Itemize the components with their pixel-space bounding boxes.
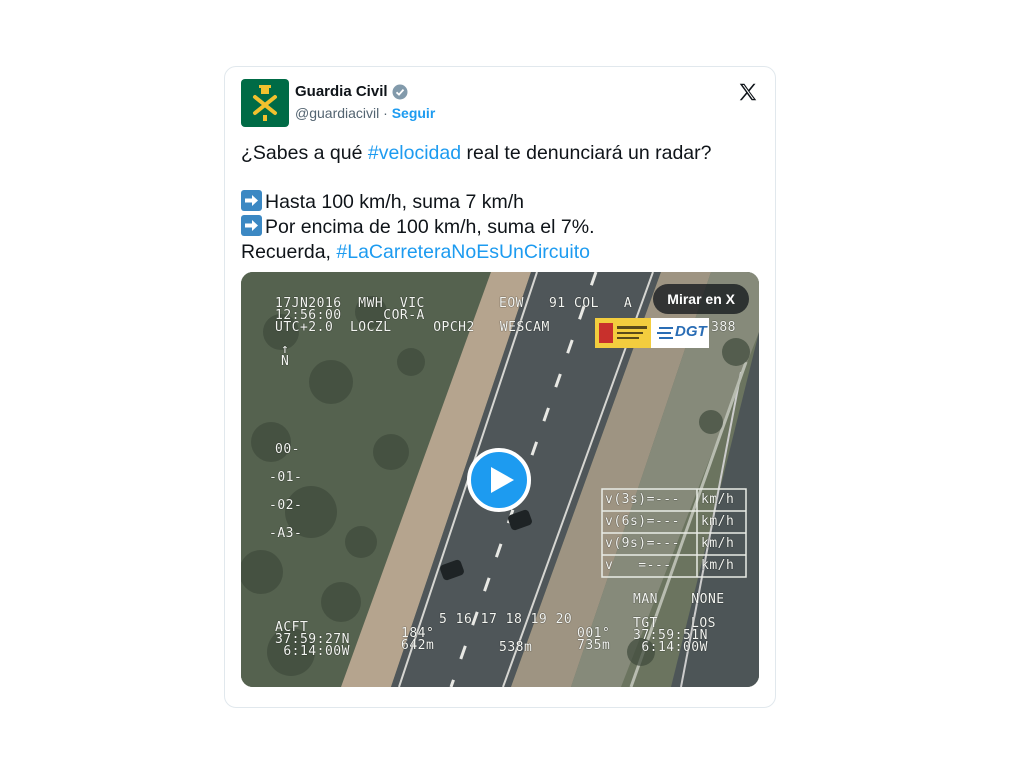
right-arrow-icon [241, 215, 262, 236]
tweet-line-2: Hasta 100 km/h, suma 7 km/h [241, 190, 761, 215]
osd-dist: 538m [499, 640, 533, 655]
speed-unit-1: km/h [701, 492, 735, 507]
guardia-civil-emblem-icon [253, 85, 277, 121]
speed-label-2: v(6s)=--- [605, 514, 680, 529]
speed-label-4: v =--- [605, 558, 672, 573]
osd-scale-0: 00- [275, 442, 300, 457]
hashtag-carretera[interactable]: #LaCarreteraNoEsUnCircuito [336, 241, 590, 263]
osd-scale-2: -02- [269, 498, 303, 513]
osd-top-mid: EOW 91 COL A [499, 296, 633, 311]
text-span: Por encima de 100 km/h, suma el 7%. [265, 216, 595, 238]
text-span: ¿Sabes a qué [241, 142, 368, 164]
osd-north: ↑ N [281, 342, 290, 369]
tweet-line-1: ¿Sabes a qué #velocidad real te denuncia… [241, 141, 761, 166]
play-icon [491, 467, 514, 493]
speed-readout-box: v(3s)=--- km/h v(6s)=--- km/h v(9s)=--- … [601, 488, 747, 578]
watch-on-x-button[interactable]: Mirar en X [653, 284, 749, 314]
osd-scale-1: -01- [269, 470, 303, 485]
speed-unit-2: km/h [701, 514, 735, 529]
osd-bottom-scale: 5 16 17 18 19 20 [439, 612, 573, 627]
ministry-dgt-logos: DGT [595, 318, 709, 348]
speed-unit-3: km/h [701, 536, 735, 551]
account-name-row: Guardia Civil [295, 83, 408, 100]
video-player[interactable]: 17JN2016 MWH VIC 12:56:00 COR-A UTC+2.0 … [241, 272, 759, 687]
osd-los: LOS [691, 616, 716, 631]
text-span: Recuerda, [241, 241, 337, 263]
handle-row: @guardiacivil · Seguir [295, 105, 435, 121]
osd-hdg: 184° 642m [401, 626, 435, 653]
avatar[interactable] [241, 79, 289, 127]
tweet-line-4: Recuerda, #LaCarreteraNoEsUnCircuito [241, 240, 761, 265]
osd-man-none: MAN NONE [633, 592, 725, 607]
osd-right-num: 388 [711, 320, 736, 335]
speed-label-3: v(9s)=--- [605, 536, 680, 551]
x-logo-icon[interactable] [737, 81, 759, 103]
tweet-text: ¿Sabes a qué #velocidad real te denuncia… [241, 141, 761, 265]
speed-label-1: v(3s)=--- [605, 492, 680, 507]
play-button[interactable] [467, 448, 531, 512]
osd-tgt-angle: 001° 735m [577, 626, 611, 653]
speed-unit-4: km/h [701, 558, 735, 573]
text-span: Hasta 100 km/h, suma 7 km/h [265, 191, 525, 213]
right-arrow-icon [241, 190, 262, 211]
dgt-logo-text: DGT [675, 323, 707, 340]
hashtag-velocidad[interactable]: #velocidad [368, 142, 461, 164]
tweet-line-3: Por encima de 100 km/h, suma el 7%. [241, 215, 761, 240]
osd-scale-3: -A3- [269, 526, 303, 541]
osd-acft: ACFT 37:59:27N 6:14:00W [275, 620, 350, 659]
tweet-card: Guardia Civil @guardiacivil · Seguir ¿Sa… [224, 66, 776, 708]
account-name[interactable]: Guardia Civil [295, 83, 388, 100]
text-span: real te denunciará un radar? [461, 142, 712, 164]
follow-button[interactable]: Seguir [392, 105, 436, 121]
separator: · [383, 105, 388, 121]
verified-badge-icon [392, 84, 408, 99]
account-handle[interactable]: @guardiacivil [295, 105, 379, 121]
